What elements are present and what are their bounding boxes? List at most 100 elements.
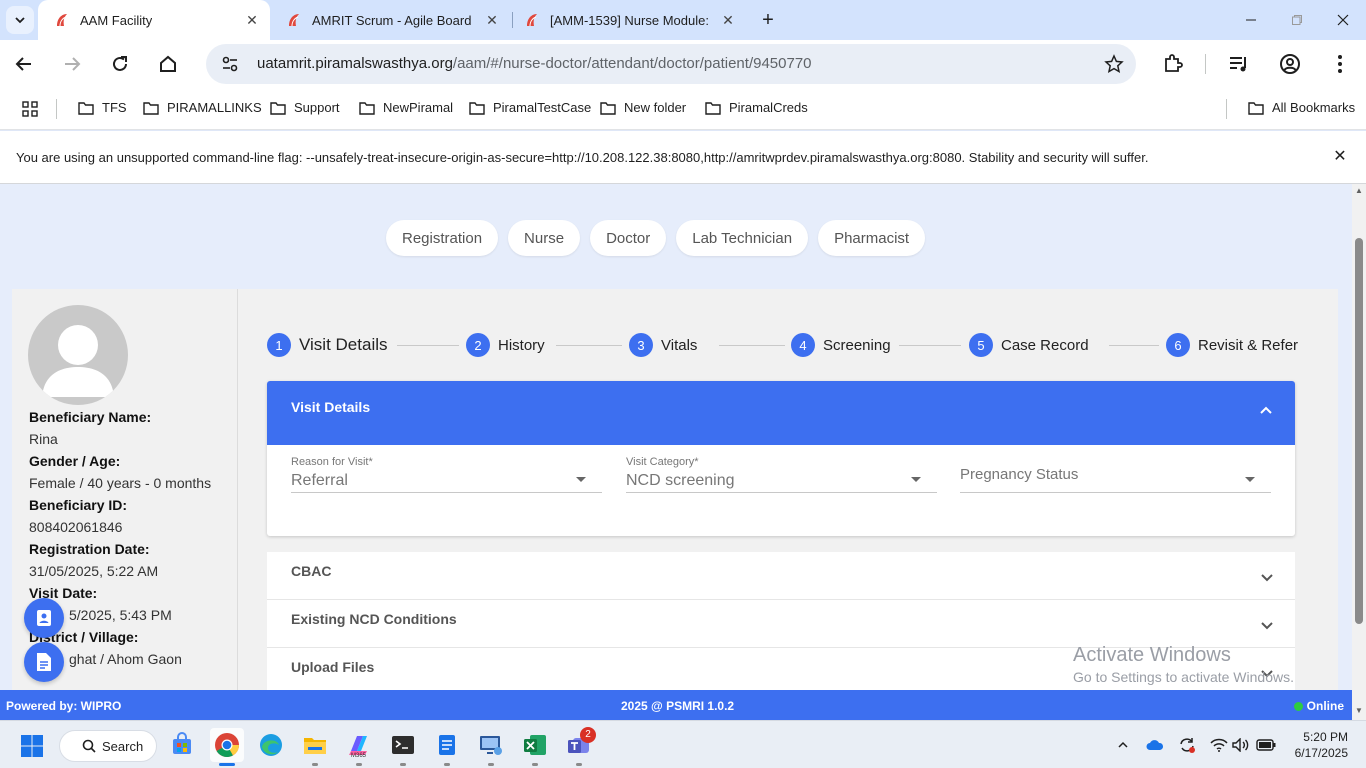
page-scrollbar[interactable]: ▲ ▼ [1352, 184, 1366, 720]
reload-button[interactable] [104, 48, 136, 80]
remote-desktop-icon[interactable] [477, 731, 505, 759]
chevron-up-icon[interactable] [1259, 403, 1273, 417]
volume-tray-button[interactable] [1231, 735, 1251, 755]
file-explorer-icon[interactable] [301, 731, 329, 759]
role-tab-registration[interactable]: Registration [386, 220, 499, 256]
close-window-button[interactable] [1320, 0, 1366, 40]
cbac-accordion[interactable]: CBAC [267, 552, 1295, 600]
bookmark-newpiramal[interactable]: NewPiramal [359, 100, 453, 115]
step-history[interactable]: 2 History [466, 333, 545, 357]
all-bookmarks-button[interactable]: All Bookmarks [1248, 100, 1355, 115]
tab-label: AMRIT Scrum - Agile Board [312, 12, 472, 28]
chrome-taskbar-button[interactable] [210, 728, 244, 762]
step-visit-details[interactable]: 1 Visit Details [267, 333, 388, 357]
tab-amm-1539[interactable]: [AMM-1539] Nurse Module: ✕ [508, 0, 746, 40]
tab-aam-facility[interactable]: AAM Facility ✕ [38, 0, 270, 40]
media-controls-button[interactable] [1227, 52, 1251, 76]
chevron-down-icon [1261, 622, 1273, 630]
scroll-up-arrow-icon[interactable]: ▲ [1354, 187, 1364, 195]
role-tab-nurse[interactable]: Nurse [508, 220, 581, 256]
notepad-icon[interactable] [433, 731, 461, 759]
role-tab-pharmacist[interactable]: Pharmacist [818, 220, 926, 256]
bookmark-new-folder[interactable]: New folder [600, 100, 686, 115]
step-number: 1 [267, 333, 291, 357]
sync-tray-button[interactable] [1177, 735, 1197, 755]
close-tab-icon[interactable]: ✕ [484, 12, 500, 28]
existing-ncd-conditions-accordion[interactable]: Existing NCD Conditions [267, 600, 1295, 648]
bookmark-star-icon[interactable] [1104, 54, 1124, 74]
close-tab-icon[interactable]: ✕ [244, 12, 260, 28]
role-tab-doctor[interactable]: Doctor [590, 220, 667, 256]
bookmark-label: Support [294, 100, 340, 115]
activate-windows-title: Activate Windows [1073, 644, 1231, 666]
step-screening[interactable]: 4 Screening [791, 333, 891, 357]
apps-grid-icon[interactable] [22, 101, 38, 117]
windows-taskbar: Search M365 2 5:20 PM 6/17/2025 [0, 720, 1366, 768]
terminal-icon[interactable] [389, 731, 417, 759]
taskbar-search[interactable]: Search [59, 730, 157, 762]
windows-start-icon[interactable] [20, 734, 44, 758]
beneficiary-name-label: Beneficiary Name: [29, 409, 152, 425]
forward-button[interactable] [56, 48, 88, 80]
minimize-button[interactable] [1228, 0, 1274, 40]
scroll-down-arrow-icon[interactable]: ▼ [1354, 707, 1364, 715]
app-indicator [312, 763, 318, 766]
bookmark-label: TFS [102, 100, 127, 115]
step-case-record[interactable]: 5 Case Record [969, 333, 1089, 357]
battery-tray-button[interactable] [1256, 735, 1276, 755]
show-hidden-icons-button[interactable] [1113, 735, 1133, 755]
tab-label: [AMM-1539] Nurse Module: [550, 12, 709, 28]
document-icon [37, 653, 51, 671]
version-copyright: 2025 @ PSMRI 1.0.2 [621, 699, 735, 713]
pregnancy-status-select[interactable]: Pregnancy Status [960, 453, 1271, 493]
wifi-tray-button[interactable] [1209, 735, 1229, 755]
all-bookmarks-label: All Bookmarks [1272, 100, 1356, 115]
profile-button[interactable] [1278, 52, 1302, 76]
address-bar[interactable]: uatamrit.piramalswasthya.org/aam/#/nurse… [206, 44, 1136, 84]
folder-icon [270, 101, 286, 115]
microsoft-store-icon[interactable] [168, 731, 196, 759]
home-button[interactable] [152, 48, 184, 80]
step-revisit-refer[interactable]: 6 Revisit & Refer [1166, 333, 1298, 357]
edge-icon[interactable] [257, 731, 285, 759]
taskbar-search-label: Search [102, 738, 144, 754]
site-info-icon[interactable] [218, 52, 242, 76]
bookmark-tfs[interactable]: TFS [78, 100, 127, 115]
step-connector [899, 345, 961, 346]
scrollbar-thumb[interactable] [1355, 238, 1363, 624]
close-tab-icon[interactable]: ✕ [720, 12, 736, 28]
onedrive-tray-button[interactable] [1145, 735, 1165, 755]
extensions-button[interactable] [1161, 52, 1185, 76]
back-button[interactable] [8, 48, 40, 80]
step-vitals[interactable]: 3 Vitals [629, 333, 697, 357]
folder-icon [78, 101, 94, 115]
visit-category-select[interactable]: Visit Category* NCD screening [626, 453, 937, 493]
restore-button[interactable] [1274, 0, 1320, 40]
app-indicator [532, 763, 538, 766]
m365-label: M365 [351, 753, 367, 759]
case-sheet-button[interactable] [24, 642, 64, 682]
taskbar-clock[interactable]: 5:20 PM 6/17/2025 [1292, 729, 1348, 761]
accordion-title: Existing NCD Conditions [291, 611, 457, 627]
amrit-logo-icon [57, 14, 67, 27]
bookmark-support[interactable]: Support [270, 100, 340, 115]
visit-details-header[interactable]: Visit Details [267, 381, 1295, 445]
clock-date: 6/17/2025 [1294, 746, 1348, 760]
bookmark-piramallinks[interactable]: PIRAMALLINKS [143, 100, 262, 115]
menu-button[interactable] [1328, 52, 1352, 76]
bookmark-piramalcreds[interactable]: PiramalCreds [705, 100, 808, 115]
url-host: uatamrit.piramalswasthya.org [257, 55, 453, 72]
new-tab-button[interactable]: + [756, 8, 780, 32]
toolbar-separator [1205, 54, 1206, 74]
tab-search-button[interactable] [6, 6, 34, 34]
reason-for-visit-select[interactable]: Reason for Visit* Referral [291, 453, 602, 493]
url-path: /aam/#/nurse-doctor/attendant/doctor/pat… [452, 55, 812, 72]
excel-icon[interactable] [521, 731, 549, 759]
role-tab-lab-technician[interactable]: Lab Technician [676, 220, 809, 256]
step-number: 5 [969, 333, 993, 357]
puzzle-icon [1165, 54, 1183, 72]
beneficiary-details-button[interactable] [24, 598, 64, 638]
bookmark-piramaltestcase[interactable]: PiramalTestCase [469, 100, 591, 115]
close-infobar-icon[interactable]: ✕ [1332, 149, 1348, 165]
tab-amrit-scrum[interactable]: AMRIT Scrum - Agile Board ✕ [270, 0, 510, 40]
